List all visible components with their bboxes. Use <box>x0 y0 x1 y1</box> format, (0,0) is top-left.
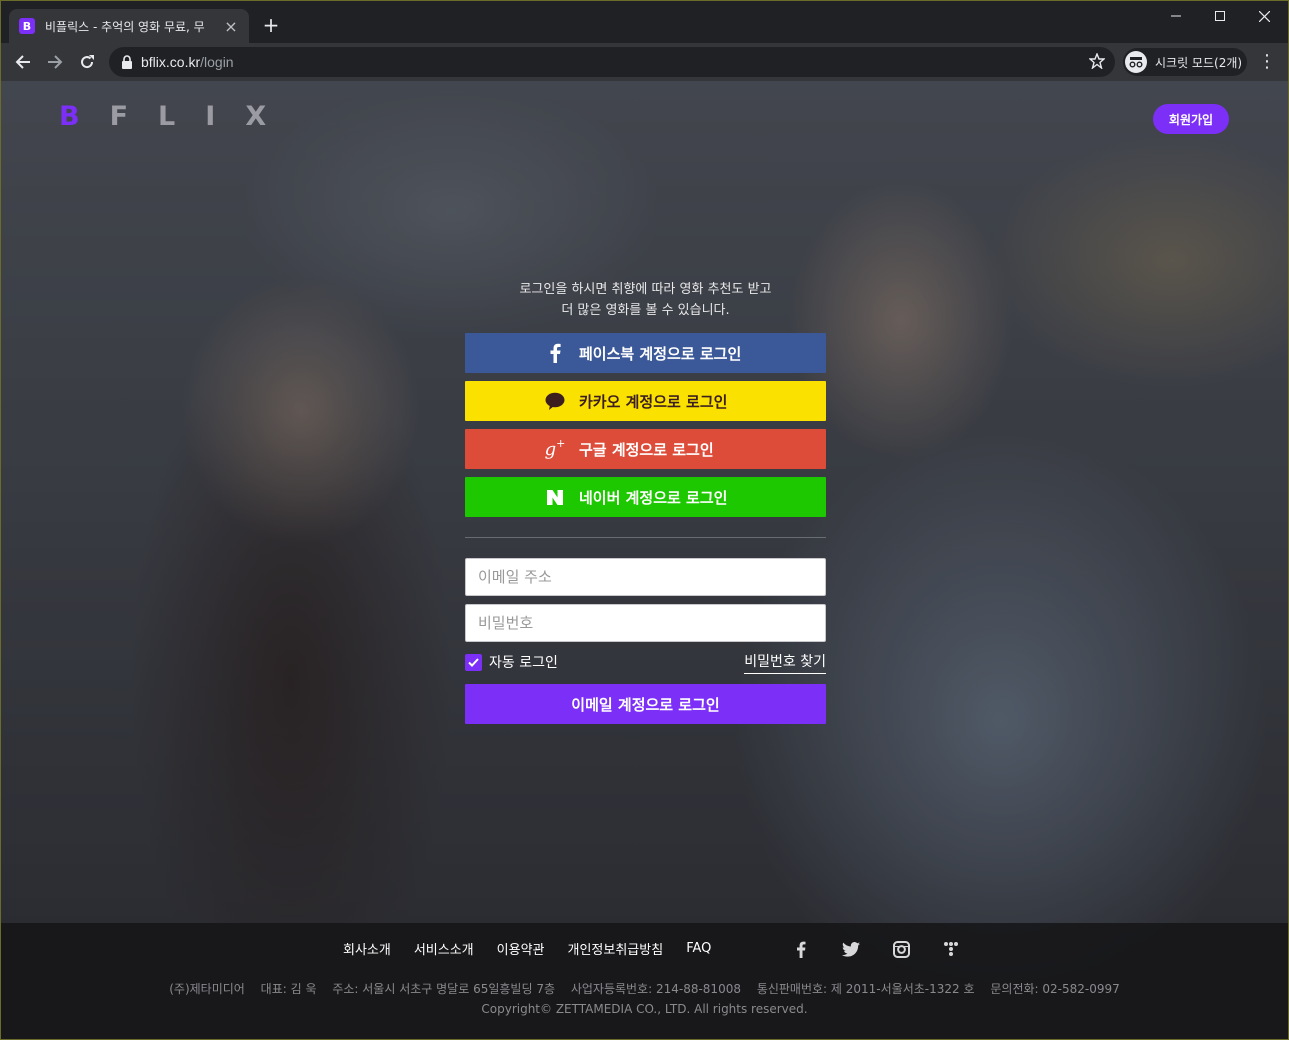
mail-order-number: 통신판매번호: 제 2011-서울서초-1322 호 <box>756 982 975 996</box>
intro-line: 더 많은 영화를 볼 수 있습니다. <box>561 303 730 318</box>
bflix-logo[interactable]: B F L I X <box>59 101 266 132</box>
logo-letter: L <box>158 101 176 132</box>
browser-toolbar: bflix.co.kr/login 시크릿 모드(2개) ⋮ <box>1 43 1288 81</box>
bflix-favicon-icon: B <box>19 18 35 34</box>
google-login-button[interactable]: g + 구글 계정으로 로그인 <box>465 429 826 469</box>
app-icon[interactable] <box>926 937 976 961</box>
arrow-left-icon <box>15 55 30 69</box>
tab-title: 비플릭스 - 추억의 영화 무료, 무 <box>45 19 205 34</box>
reload-button[interactable] <box>73 48 101 76</box>
company-info: (주)제타미디어 대표: 김 욱 주소: 서울시 서초구 명달로 65일흥빌딩 … <box>1 979 1288 1019</box>
kakao-login-button[interactable]: 카카오 계정으로 로그인 <box>465 381 826 421</box>
ceo: 대표: 김 욱 <box>260 982 317 996</box>
auto-login-label: 자동 로그인 <box>489 655 558 671</box>
signup-button[interactable]: 회원가입 <box>1153 104 1229 134</box>
footer: 회사소개 서비스소개 이용약관 개인정보취급방침 FAQ (주)제타미디어 대표… <box>1 923 1288 1039</box>
logo-letter: X <box>245 101 267 132</box>
google-login-label: 구글 계정으로 로그인 <box>579 440 714 459</box>
footer-link-company[interactable]: 회사소개 <box>343 939 391 958</box>
naver-login-button[interactable]: 네이버 계정으로 로그인 <box>465 477 826 517</box>
address-bar[interactable]: bflix.co.kr/login <box>109 47 1115 77</box>
facebook-icon <box>537 343 573 363</box>
logo-letter: F <box>109 101 129 132</box>
footer-link-privacy[interactable]: 개인정보취급방침 <box>568 939 664 958</box>
email-field[interactable] <box>465 558 826 596</box>
intro-line: 로그인을 하시면 취향에 따라 영화 추천도 받고 <box>519 282 772 297</box>
kakao-login-label: 카카오 계정으로 로그인 <box>579 392 728 411</box>
incognito-label: 시크릿 모드(2개) <box>1155 55 1243 70</box>
password-field[interactable] <box>465 604 826 642</box>
new-tab-button[interactable]: + <box>259 13 283 37</box>
instagram-icon[interactable] <box>876 937 926 961</box>
business-number: 사업자등록번호: 214-88-81008 <box>570 982 741 996</box>
company-name: (주)제타미디어 <box>169 982 245 996</box>
maximize-icon <box>1215 11 1225 21</box>
find-password-link[interactable]: 비밀번호 찾기 <box>744 651 826 674</box>
google-plus-icon: g + <box>544 436 566 460</box>
tab-strip: B 비플릭스 - 추억의 영화 무료, 무 × + <box>1 1 1288 43</box>
maximize-button[interactable] <box>1197 1 1243 31</box>
naver-icon <box>537 489 573 505</box>
minimize-icon <box>1171 15 1181 17</box>
incognito-indicator[interactable]: 시크릿 모드(2개) <box>1123 48 1247 76</box>
login-page: B F L I X 회원가입 로그인을 하시면 취향에 따라 영화 추천도 받고… <box>1 81 1288 1039</box>
footer-link-terms[interactable]: 이용약관 <box>497 939 545 958</box>
kakao-talk-icon <box>537 392 573 410</box>
login-form: 로그인을 하시면 취향에 따라 영화 추천도 받고 더 많은 영화를 볼 수 있… <box>465 279 826 724</box>
tab-close-icon[interactable]: × <box>223 17 239 36</box>
twitter-icon[interactable] <box>826 937 876 961</box>
divider <box>465 537 826 538</box>
phone: 문의전화: 02-582-0997 <box>990 982 1120 996</box>
incognito-icon <box>1125 51 1147 73</box>
company-details: (주)제타미디어 대표: 김 욱 주소: 서울시 서초구 명달로 65일흥빌딩 … <box>1 979 1288 999</box>
footer-social <box>776 937 976 961</box>
minimize-button[interactable] <box>1153 1 1199 31</box>
facebook-login-button[interactable]: 페이스북 계정으로 로그인 <box>465 333 826 373</box>
browser-menu-icon[interactable]: ⋮ <box>1257 48 1277 76</box>
naver-login-label: 네이버 계정으로 로그인 <box>579 488 728 507</box>
email-login-button[interactable]: 이메일 계정으로 로그인 <box>465 684 826 724</box>
back-button[interactable] <box>9 48 37 76</box>
footer-link-service[interactable]: 서비스소개 <box>414 939 474 958</box>
footer-link-faq[interactable]: FAQ <box>686 941 711 956</box>
address: 주소: 서울시 서초구 명달로 65일흥빌딩 7층 <box>332 982 555 996</box>
bookmark-star-icon[interactable] <box>1088 52 1106 73</box>
browser-window: B 비플릭스 - 추억의 영화 무료, 무 × + bflix.co.kr/lo… <box>0 0 1289 1040</box>
browser-tab[interactable]: B 비플릭스 - 추억의 영화 무료, 무 × <box>9 9 249 43</box>
facebook-login-label: 페이스북 계정으로 로그인 <box>579 344 742 363</box>
facebook-icon[interactable] <box>776 937 826 961</box>
lock-icon <box>122 55 132 69</box>
reload-icon <box>81 55 94 69</box>
close-icon <box>1258 10 1270 22</box>
close-window-button[interactable] <box>1241 1 1287 31</box>
url-text: bflix.co.kr/login <box>141 54 234 70</box>
auto-login-toggle[interactable]: 자동 로그인 <box>465 652 558 672</box>
footer-nav: 회사소개 서비스소개 이용약관 개인정보취급방침 FAQ <box>343 939 734 958</box>
login-intro: 로그인을 하시면 취향에 따라 영화 추천도 받고 더 많은 영화를 볼 수 있… <box>465 279 826 321</box>
login-options: 자동 로그인 비밀번호 찾기 <box>465 650 826 674</box>
arrow-right-icon <box>48 55 63 69</box>
logo-letter: B <box>59 101 80 132</box>
copyright: Copyright© ZETTAMEDIA CO., LTD. All righ… <box>481 1002 808 1016</box>
forward-button[interactable] <box>41 48 69 76</box>
checkbox-checked-icon[interactable] <box>465 653 482 671</box>
logo-letter: I <box>205 101 216 132</box>
